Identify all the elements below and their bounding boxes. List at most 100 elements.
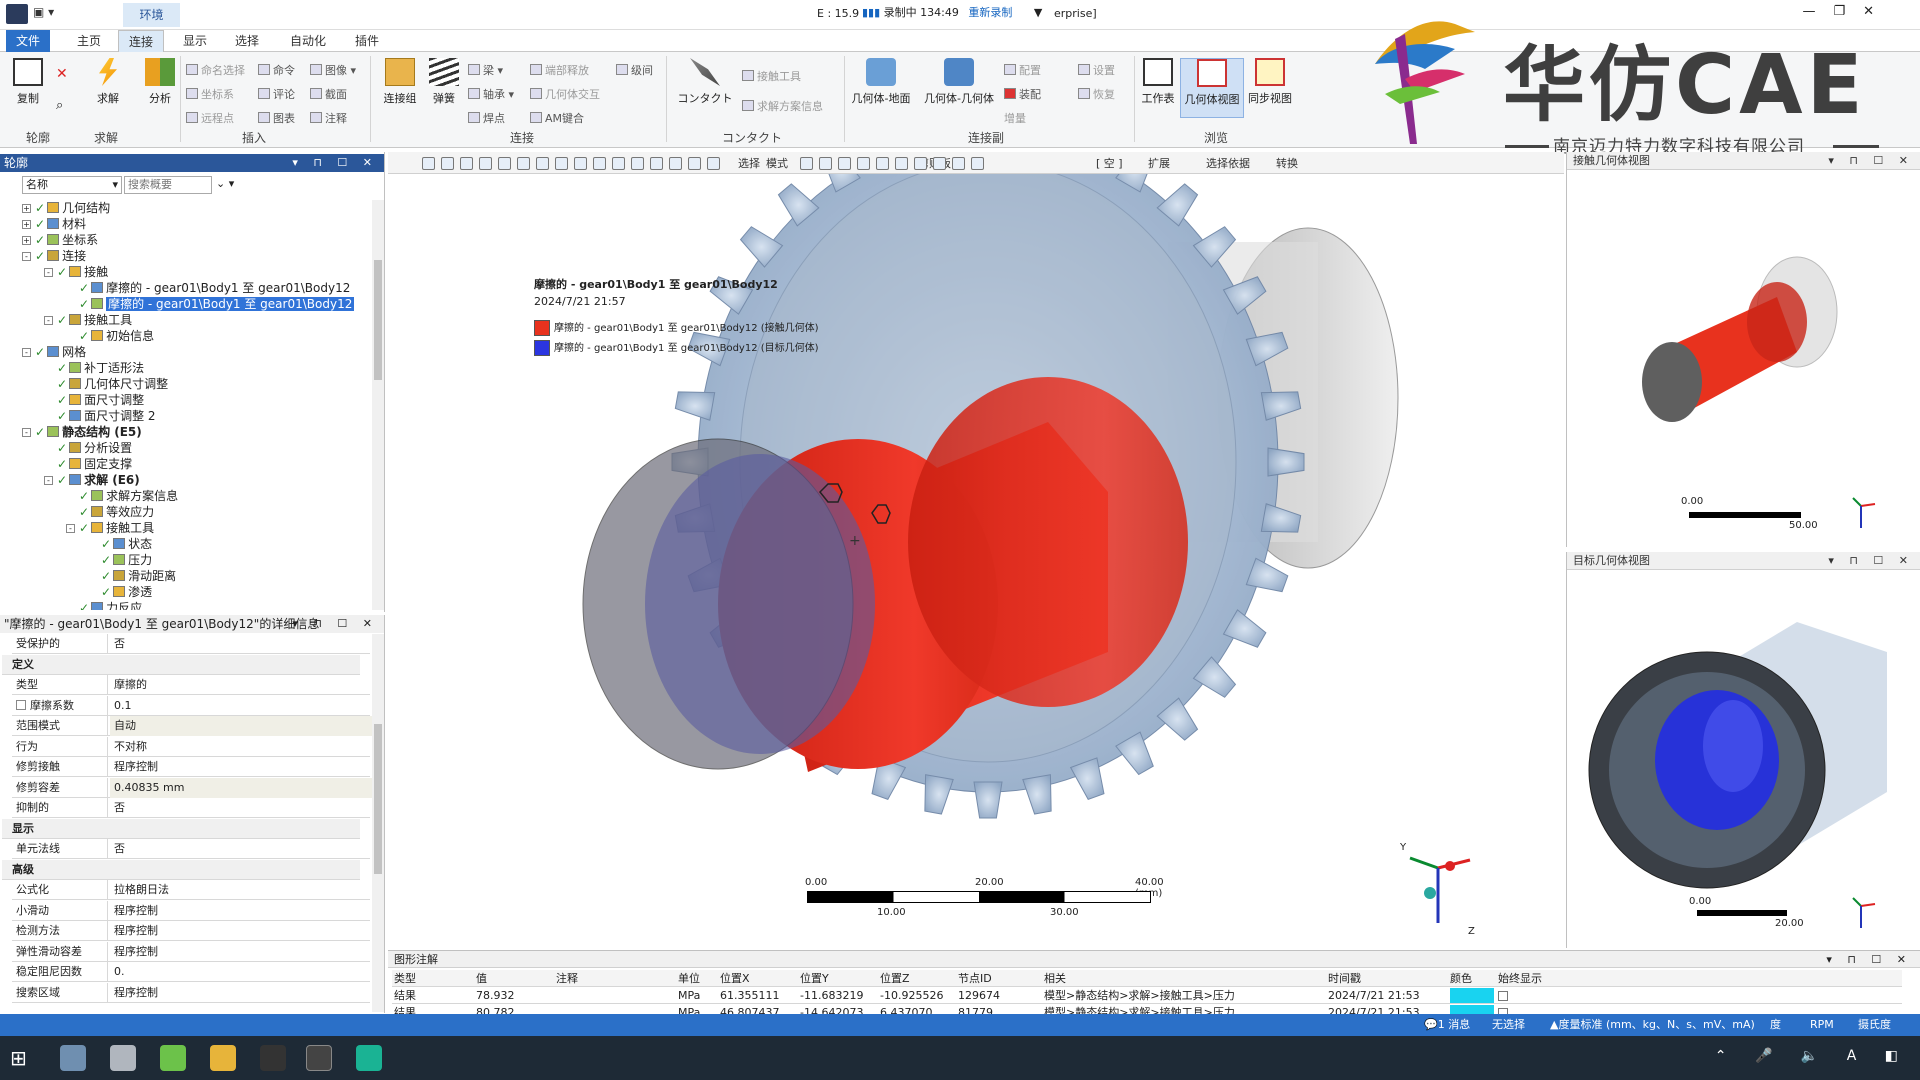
contact-geometry-view[interactable]: 接触几何体视图 ▾ ⊓ ☐ ✕ 0.00 50.00: [1566, 152, 1920, 547]
tree-item[interactable]: - ✓ 静态结构 (E5): [22, 424, 142, 440]
details-value[interactable]: 拉格朗日法: [114, 880, 169, 900]
details-row[interactable]: 修剪接触 程序控制: [12, 757, 370, 777]
panel-controls-icon[interactable]: ▾ ⊓ ☐ ✕: [1826, 951, 1912, 968]
details-row[interactable]: 抑制的否: [12, 798, 370, 818]
view-tool-icon[interactable]: [800, 157, 813, 170]
tree-item[interactable]: ✓ 分析设置: [44, 440, 132, 456]
worksheet-button[interactable]: 工作表: [1132, 58, 1184, 106]
always-show-checkbox[interactable]: [1498, 991, 1508, 1001]
body-ground-button[interactable]: 几何体-地面: [846, 58, 916, 106]
tree-item[interactable]: - ✓ 接触工具: [44, 312, 132, 328]
annotation-button[interactable]: 注释: [310, 110, 347, 126]
image-button[interactable]: 图像 ▾: [310, 62, 356, 78]
details-value[interactable]: 程序控制: [114, 901, 158, 921]
tree-item[interactable]: ✓ 渗透: [88, 584, 152, 600]
tree-item[interactable]: - ✓ 连接: [22, 248, 86, 264]
details-row[interactable]: 摩擦系数 0.1: [12, 695, 370, 716]
tree-item[interactable]: ✓ 面尺寸调整: [44, 392, 144, 408]
view-tool-icon[interactable]: [895, 157, 908, 170]
tree-item[interactable]: ✓ 状态: [88, 536, 152, 552]
tree-toggle-icon[interactable]: +: [22, 236, 31, 245]
view-tool-icon[interactable]: [612, 157, 625, 170]
solve-button[interactable]: 求解: [82, 58, 134, 106]
details-value[interactable]: 否: [114, 839, 125, 859]
messages-status[interactable]: 💬 1 消息: [1424, 1014, 1470, 1036]
coordinate-system-button[interactable]: 坐标系: [186, 86, 234, 102]
windows-start-icon[interactable]: ⊞: [10, 1045, 36, 1071]
view-tool-icon[interactable]: [707, 157, 720, 170]
tree-item[interactable]: ✓ 补丁适形法: [44, 360, 144, 376]
contact-button[interactable]: コンタクト: [670, 58, 740, 106]
view-tool-icon[interactable]: [876, 157, 889, 170]
view-tool-icon[interactable]: [669, 157, 682, 170]
details-row[interactable]: 类型 摩擦的: [12, 675, 370, 695]
tree-item[interactable]: + ✓ 坐标系: [22, 232, 98, 248]
panel-controls-icon[interactable]: ▾ ⊓ ☐ ✕: [1828, 552, 1914, 570]
panel-controls-icon[interactable]: ▾ ⊓ ☐ ✕: [1828, 152, 1914, 170]
assemble-button[interactable]: 装配: [1004, 86, 1041, 102]
tree-item[interactable]: ✓ 面尺寸调整 2: [44, 408, 156, 424]
tree-toggle-icon[interactable]: -: [22, 428, 31, 437]
panel-controls-icon[interactable]: ▾ ⊓ ☐ ✕: [292, 615, 378, 633]
tree-item[interactable]: - ✓ 求解 (E6): [44, 472, 140, 488]
taskbar-app-icon[interactable]: [60, 1045, 86, 1071]
details-row[interactable]: 搜索区域 程序控制: [12, 982, 370, 1003]
details-row[interactable]: 公式化 拉格朗日法: [12, 880, 370, 900]
tab-file[interactable]: 文件: [6, 30, 50, 52]
quick-access-icon[interactable]: ▣ ▾: [33, 5, 54, 19]
contact-tool-button[interactable]: 接触工具: [742, 68, 801, 84]
tab-display[interactable]: 显示: [172, 30, 218, 52]
details-row[interactable]: 弹性滑动容差 程序控制: [12, 941, 370, 962]
details-section-header[interactable]: 显示: [2, 818, 360, 839]
tree-item[interactable]: + ✓ 材料: [22, 216, 86, 232]
view-tool-icon[interactable]: [593, 157, 606, 170]
annotation-color-swatch[interactable]: [1450, 988, 1494, 1003]
comment-button[interactable]: 评论: [258, 86, 295, 102]
tree-item[interactable]: ✓ 固定支撑: [44, 456, 132, 472]
viewport-tool-button[interactable]: 选择依据: [1206, 155, 1250, 171]
details-row[interactable]: 修剪容差 0.40835 mm: [12, 777, 378, 798]
tree-item[interactable]: ✓ 摩擦的 - gear01\Body1 至 gear01\Body12: [66, 296, 355, 312]
folder-icon[interactable]: [210, 1045, 236, 1071]
view-tool-icon[interactable]: [914, 157, 927, 170]
view-tool-icon[interactable]: [574, 157, 587, 170]
view-tool-icon[interactable]: [479, 157, 492, 170]
taskbar-app-icon[interactable]: [356, 1045, 382, 1071]
tree-item[interactable]: ✓ 压力: [88, 552, 152, 568]
viewport-tool-button[interactable]: 选择: [738, 155, 760, 171]
filter-select[interactable]: 名称 ▾: [22, 176, 122, 194]
delete-icon[interactable]: ✕: [56, 66, 68, 82]
tree-item[interactable]: ✓ 求解方案信息: [66, 488, 178, 504]
view-tool-icon[interactable]: [952, 157, 965, 170]
taskbar-green-app-icon[interactable]: [160, 1045, 186, 1071]
tab-plugins[interactable]: 插件: [344, 30, 390, 52]
spring-button[interactable]: 弹簧: [418, 58, 470, 106]
tree-item[interactable]: - ✓ 接触工具: [66, 520, 154, 536]
rpm-unit[interactable]: RPM: [1810, 1014, 1834, 1036]
view-tool-icon[interactable]: [536, 157, 549, 170]
setup-button[interactable]: 设置: [1078, 62, 1115, 78]
bearing-button[interactable]: 轴承 ▾: [468, 86, 514, 102]
search-options-icon[interactable]: ⌄ ▾: [216, 177, 234, 190]
view-tool-icon[interactable]: [498, 157, 511, 170]
details-value[interactable]: 程序控制: [114, 921, 158, 941]
body-interaction-button[interactable]: 几何体交互: [530, 86, 600, 102]
details-value[interactable]: 自动: [110, 716, 378, 736]
tree-item[interactable]: ✓ 摩擦的 - gear01\Body1 至 gear01\Body12: [66, 280, 350, 296]
details-value[interactable]: 摩擦的: [114, 675, 147, 695]
tree-item[interactable]: ✓ 滑动距离: [88, 568, 176, 584]
details-row[interactable]: 稳定阻尼因数 0.: [12, 962, 370, 982]
details-section-header[interactable]: 高级: [2, 859, 360, 880]
details-row[interactable]: 检测方法 程序控制: [12, 921, 370, 941]
spot-weld-button[interactable]: 焊点: [468, 110, 505, 126]
am-bond-button[interactable]: AM键合: [530, 110, 584, 126]
view-tool-icon[interactable]: [857, 157, 870, 170]
view-tool-icon[interactable]: [819, 157, 832, 170]
viewport-tool-button[interactable]: [ 空 ]: [1096, 155, 1123, 171]
view-tool-icon[interactable]: [933, 157, 946, 170]
details-row[interactable]: 受保护的否: [12, 634, 370, 654]
details-value[interactable]: 0.40835 mm: [110, 777, 378, 798]
units-status[interactable]: ▲ 度量标准 (mm、kg、N、s、mV、mA): [1550, 1014, 1755, 1036]
command-button[interactable]: 命令: [258, 62, 295, 78]
tab-select[interactable]: 选择: [224, 30, 270, 52]
